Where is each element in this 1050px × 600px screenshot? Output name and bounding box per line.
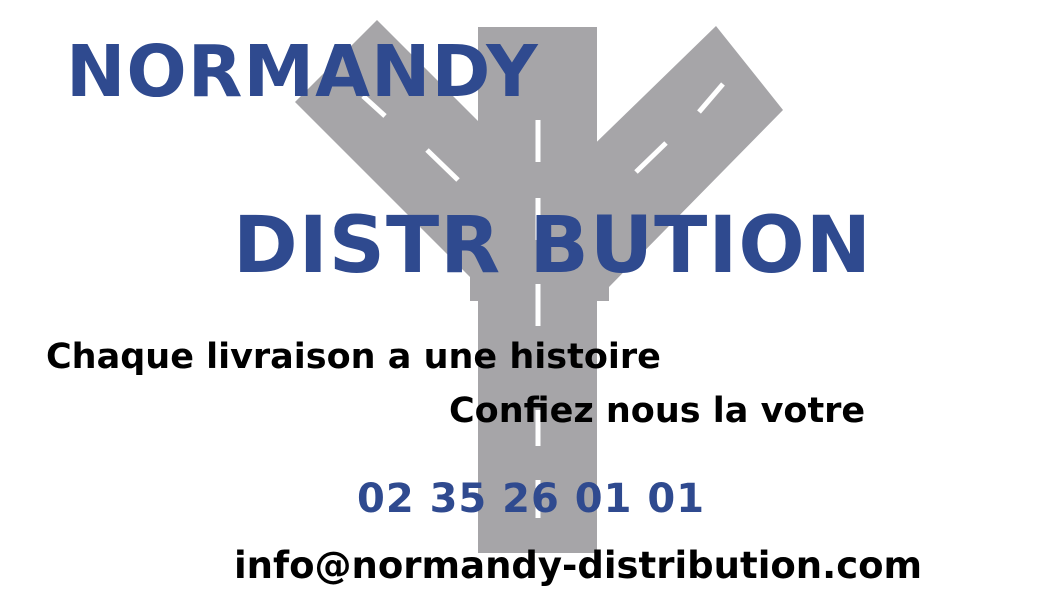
brand-name-line-2: DISTR BUTION (233, 201, 872, 291)
business-card: NORMANDY DISTR BUTION Chaque livraison a… (0, 0, 1050, 600)
brand-name-line-1: NORMANDY (66, 30, 539, 113)
email-address: info@normandy-distribution.com (234, 544, 923, 587)
tagline-line-1: Chaque livraison a une histoire (46, 337, 661, 377)
tagline-line-2: Confiez nous la votre (449, 391, 866, 431)
phone-number: 02 35 26 01 01 (357, 476, 706, 522)
